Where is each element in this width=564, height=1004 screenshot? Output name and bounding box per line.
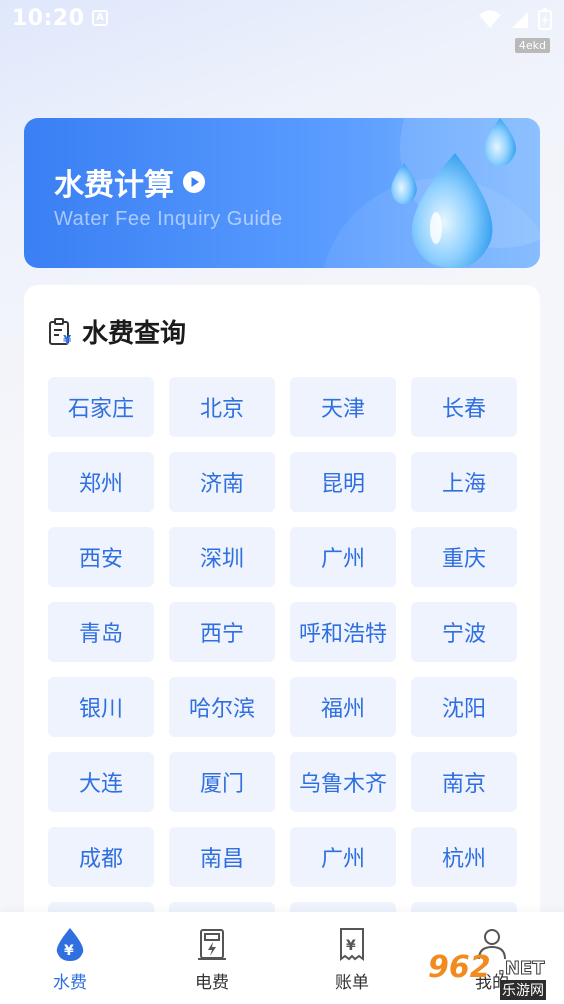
city-button[interactable]: 郑州 bbox=[48, 452, 154, 512]
city-button[interactable]: 重庆 bbox=[411, 527, 517, 587]
city-button[interactable]: 宁波 bbox=[411, 602, 517, 662]
water-drop-yuan-icon: ¥ bbox=[56, 928, 84, 961]
notification-icon: A bbox=[92, 10, 108, 26]
bill-icon: ¥ bbox=[340, 928, 364, 961]
city-button[interactable]: 成都 bbox=[48, 827, 154, 887]
water-fee-query-card: ¥ 水费查询 石家庄 北京 天津 长春 郑州 济南 昆明 上海 西安 深圳 广州 重庆 青岛 西宁 呼和浩特… bbox=[24, 285, 540, 1004]
city-button[interactable]: 银川 bbox=[48, 677, 154, 737]
site-watermark-logo: 962 .NET 乐游网 bbox=[428, 950, 558, 1000]
battery-icon bbox=[538, 8, 552, 30]
banner-subtitle: Water Fee Inquiry Guide bbox=[54, 208, 283, 230]
card-header: ¥ 水费查询 bbox=[48, 313, 186, 350]
city-button[interactable]: 广州 bbox=[290, 827, 396, 887]
play-circle-icon bbox=[183, 171, 205, 193]
status-time: 10:20 bbox=[12, 6, 85, 31]
watermark-label: 4ekd bbox=[514, 38, 550, 53]
banner-title-text: 水费计算 bbox=[54, 168, 174, 203]
city-button[interactable]: 济南 bbox=[169, 452, 275, 512]
nav-item-bill[interactable]: ¥ 账单 bbox=[312, 926, 392, 993]
signal-icon bbox=[512, 12, 528, 28]
wifi-icon bbox=[479, 10, 501, 28]
nav-item-electric-fee[interactable]: 电费 bbox=[172, 926, 252, 993]
nav-label: 电费 bbox=[195, 973, 229, 993]
city-button[interactable]: 呼和浩特 bbox=[290, 602, 396, 662]
city-button[interactable]: 上海 bbox=[411, 452, 517, 512]
city-button[interactable]: 西宁 bbox=[169, 602, 275, 662]
logo-cn: 乐游网 bbox=[500, 980, 546, 1000]
city-button[interactable]: 哈尔滨 bbox=[169, 677, 275, 737]
nav-item-water-fee[interactable]: ¥ 水费 bbox=[30, 926, 110, 993]
logo-number: 962 bbox=[428, 950, 491, 985]
nav-label: 水费 bbox=[53, 973, 87, 993]
city-button[interactable]: 北京 bbox=[169, 377, 275, 437]
status-icons bbox=[478, 8, 552, 30]
city-button[interactable]: 乌鲁木齐 bbox=[290, 752, 396, 812]
city-button[interactable]: 昆明 bbox=[290, 452, 396, 512]
svg-text:¥: ¥ bbox=[64, 943, 74, 959]
city-button[interactable]: 福州 bbox=[290, 677, 396, 737]
svg-text:¥: ¥ bbox=[346, 938, 356, 954]
card-title: 水费查询 bbox=[82, 319, 187, 349]
city-button[interactable]: 天津 bbox=[290, 377, 396, 437]
nav-label: 账单 bbox=[335, 973, 369, 993]
meter-icon bbox=[198, 929, 226, 960]
city-button[interactable]: 西安 bbox=[48, 527, 154, 587]
banner-title: 水费计算 bbox=[54, 160, 206, 204]
city-button[interactable]: 广州 bbox=[290, 527, 396, 587]
city-button[interactable]: 沈阳 bbox=[411, 677, 517, 737]
city-button[interactable]: 青岛 bbox=[48, 602, 154, 662]
water-drops-illustration bbox=[391, 118, 516, 268]
city-button[interactable]: 厦门 bbox=[169, 752, 275, 812]
city-button[interactable]: 大连 bbox=[48, 752, 154, 812]
water-fee-calc-banner[interactable]: 水费计算 Water Fee Inquiry Guide bbox=[24, 118, 540, 268]
clipboard-yuan-icon: ¥ bbox=[49, 317, 72, 346]
svg-text:¥: ¥ bbox=[63, 333, 72, 346]
city-button[interactable]: 石家庄 bbox=[48, 377, 154, 437]
logo-net: .NET bbox=[497, 958, 545, 980]
city-button[interactable]: 长春 bbox=[411, 377, 517, 437]
city-button[interactable]: 杭州 bbox=[411, 827, 517, 887]
city-button[interactable]: 南京 bbox=[411, 752, 517, 812]
city-button[interactable]: 南昌 bbox=[169, 827, 275, 887]
city-button[interactable]: 深圳 bbox=[169, 527, 275, 587]
status-bar: 10:20 A bbox=[0, 0, 564, 40]
